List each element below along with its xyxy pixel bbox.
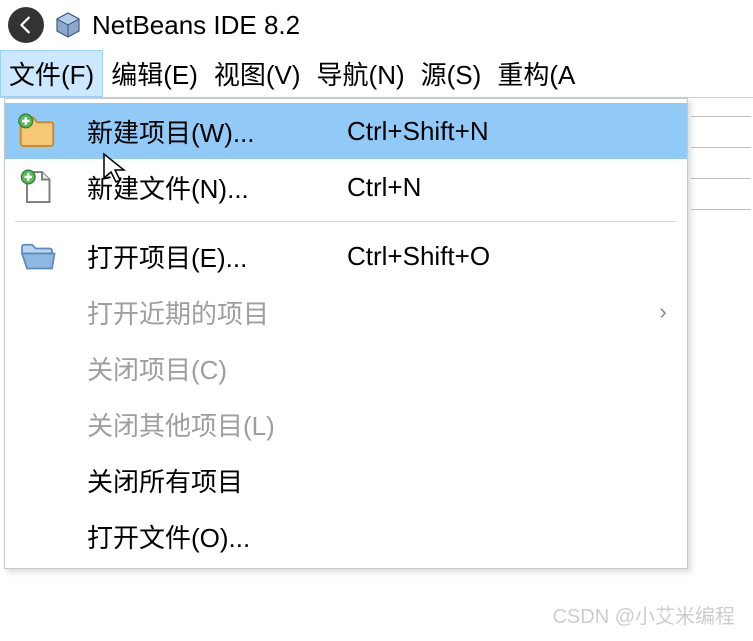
menu-item-close-all-projects[interactable]: 关闭所有项目	[5, 452, 687, 508]
submenu-arrow-icon: ›	[653, 299, 673, 325]
menu-item-label: 新建项目(W)...	[87, 113, 347, 150]
menu-item-open-recent-project[interactable]: 打开近期的项目 ›	[5, 284, 687, 340]
menu-item-open-file[interactable]: 打开文件(O)...	[5, 508, 687, 564]
watermark-text: CSDN @小艾米编程	[552, 600, 735, 629]
blank-icon	[17, 404, 57, 444]
blank-icon	[17, 292, 57, 332]
back-button[interactable]	[8, 7, 44, 43]
menu-item-label: 新建文件(N)...	[87, 169, 347, 206]
app-title: NetBeans IDE 8.2	[92, 10, 300, 41]
menu-item-label: 打开项目(E)...	[87, 238, 347, 275]
new-project-icon	[17, 111, 57, 151]
menu-item-label: 关闭所有项目	[87, 462, 347, 499]
titlebar: NetBeans IDE 8.2	[0, 0, 753, 50]
netbeans-app-icon	[54, 11, 82, 39]
blank-icon	[17, 460, 57, 500]
menu-source[interactable]: 源(S)	[413, 50, 490, 97]
menu-view[interactable]: 视图(V)	[206, 50, 309, 97]
menu-item-shortcut: Ctrl+Shift+O	[347, 241, 653, 272]
arrow-left-icon	[15, 14, 37, 36]
menu-item-label: 打开近期的项目	[87, 294, 347, 331]
menubar: 文件(F) 编辑(E) 视图(V) 导航(N) 源(S) 重构(A	[0, 50, 753, 98]
menu-item-shortcut: Ctrl+N	[347, 172, 653, 203]
file-menu-dropdown: 新建项目(W)... Ctrl+Shift+N 新建文件(N)... Ctrl+…	[4, 98, 688, 569]
menu-item-label: 关闭其他项目(L)	[87, 406, 347, 443]
blank-icon	[17, 516, 57, 556]
open-project-icon	[17, 236, 57, 276]
menu-separator	[15, 221, 677, 222]
menu-item-new-project[interactable]: 新建项目(W)... Ctrl+Shift+N	[5, 103, 687, 159]
menu-file[interactable]: 文件(F)	[0, 50, 103, 97]
menu-item-label: 关闭项目(C)	[87, 350, 347, 387]
menu-item-label: 打开文件(O)...	[87, 518, 347, 555]
menu-item-close-other-projects[interactable]: 关闭其他项目(L)	[5, 396, 687, 452]
menu-item-shortcut: Ctrl+Shift+N	[347, 116, 653, 147]
menu-item-new-file[interactable]: 新建文件(N)... Ctrl+N	[5, 159, 687, 215]
menu-item-close-project[interactable]: 关闭项目(C)	[5, 340, 687, 396]
new-file-icon	[17, 167, 57, 207]
menu-refactor[interactable]: 重构(A	[489, 50, 583, 97]
menu-item-open-project[interactable]: 打开项目(E)... Ctrl+Shift+O	[5, 228, 687, 284]
toolbar-separator-lines	[691, 116, 751, 240]
menu-navigate[interactable]: 导航(N)	[309, 50, 413, 97]
menu-edit[interactable]: 编辑(E)	[103, 50, 206, 97]
blank-icon	[17, 348, 57, 388]
